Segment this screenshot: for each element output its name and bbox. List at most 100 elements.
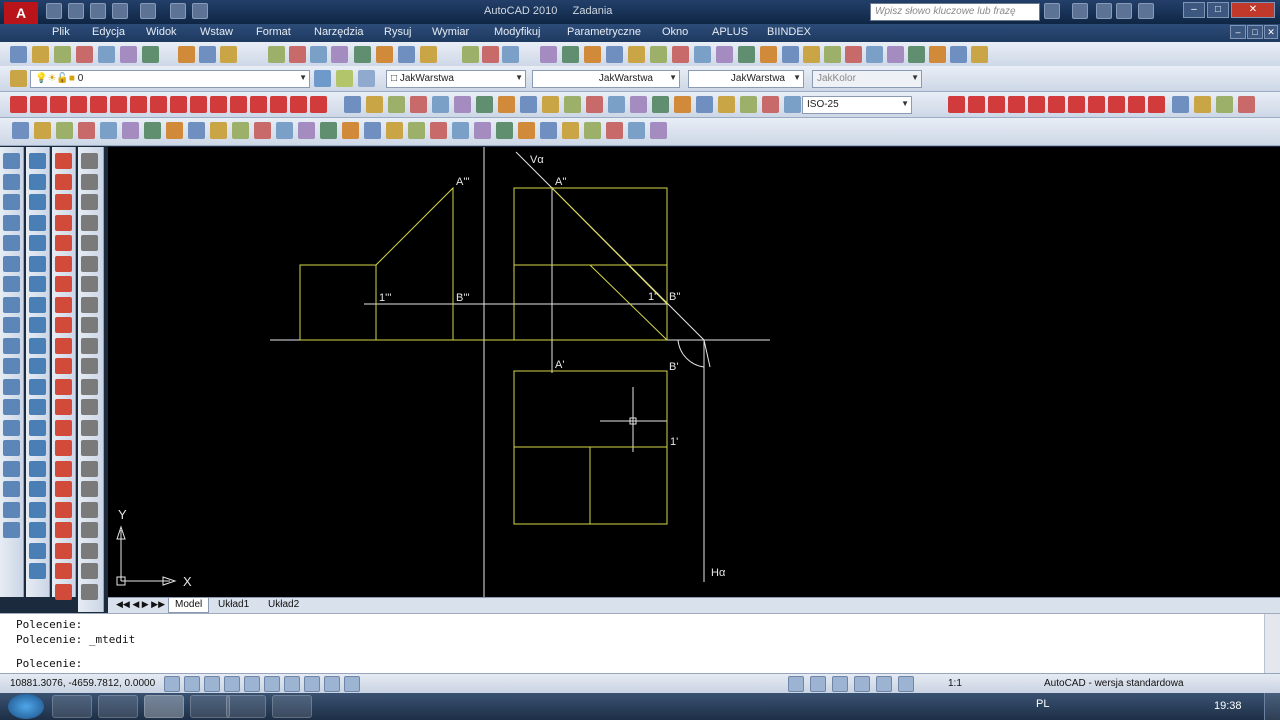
aplus-tool-icon[interactable] (34, 122, 51, 139)
dimension-tool-icon[interactable] (718, 96, 735, 113)
aplus-tool-icon[interactable] (452, 122, 469, 139)
dimension-tool-icon[interactable] (1048, 96, 1065, 113)
dimension-tool-icon[interactable] (1128, 96, 1145, 113)
dimension-tool-icon[interactable] (230, 96, 247, 113)
navigation-tool-icon[interactable] (854, 676, 870, 692)
aplus-tool-icon[interactable] (540, 122, 557, 139)
command-scrollbar[interactable] (1264, 614, 1280, 674)
layer-combo[interactable]: 💡☀🔓■ 0 ▼ (30, 70, 310, 88)
standard-tool-icon[interactable] (971, 46, 988, 63)
dimension-tool-icon[interactable] (608, 96, 625, 113)
dimension-tool-icon[interactable] (150, 96, 167, 113)
menu-item-wymiar[interactable]: Wymiar (432, 26, 469, 38)
pal4-tool-icon[interactable] (81, 481, 98, 497)
aplus-tool-icon[interactable] (78, 122, 95, 139)
standard-tool-icon[interactable] (54, 46, 71, 63)
dimension-tool-icon[interactable] (454, 96, 471, 113)
aplus-tool-icon[interactable] (386, 122, 403, 139)
pal1-tool-icon[interactable] (3, 276, 20, 292)
layer-previous-icon[interactable] (336, 70, 353, 87)
make-current-icon[interactable] (314, 70, 331, 87)
dimension-tool-icon[interactable] (50, 96, 67, 113)
drafting-toggle-icon[interactable] (184, 676, 200, 692)
dimension-tool-icon[interactable] (110, 96, 127, 113)
standard-tool-icon[interactable] (584, 46, 601, 63)
undo-icon[interactable] (112, 3, 128, 19)
tab-model[interactable]: Model (168, 598, 210, 613)
dimension-tool-icon[interactable] (1216, 96, 1233, 113)
standard-tool-icon[interactable] (376, 46, 393, 63)
dimension-tool-icon[interactable] (432, 96, 449, 113)
aplus-tool-icon[interactable] (298, 122, 315, 139)
standard-tool-icon[interactable] (420, 46, 437, 63)
drafting-toggle-icon[interactable] (284, 676, 300, 692)
pal3-tool-icon[interactable] (55, 296, 72, 313)
pal2-tool-icon[interactable] (29, 173, 46, 190)
dimstyle-combo[interactable]: ISO-25 ▼ (802, 96, 912, 114)
aplus-tool-icon[interactable] (166, 122, 183, 139)
show-desktop-button[interactable] (1264, 693, 1280, 720)
pal2-tool-icon[interactable] (29, 194, 46, 210)
dimension-tool-icon[interactable] (630, 96, 647, 113)
standard-tool-icon[interactable] (908, 46, 925, 63)
standard-tool-icon[interactable] (866, 46, 883, 63)
color-combo[interactable]: □ JakWarstwa ▼ (386, 70, 526, 88)
pal4-tool-icon[interactable] (81, 460, 98, 477)
standard-tool-icon[interactable] (803, 46, 820, 63)
drafting-toggle-icon[interactable] (304, 676, 320, 692)
dimension-tool-icon[interactable] (250, 96, 267, 113)
pal1-tool-icon[interactable] (3, 214, 20, 231)
dimension-tool-icon[interactable] (1088, 96, 1105, 113)
dimension-tool-icon[interactable] (1108, 96, 1125, 113)
match-layer-icon[interactable] (358, 70, 375, 87)
tab-nav-arrows[interactable]: ◀◀ ◀ ▶ ▶▶ (110, 598, 171, 613)
standard-tool-icon[interactable] (331, 46, 348, 63)
aplus-tool-icon[interactable] (606, 122, 623, 139)
pal3-tool-icon[interactable] (55, 255, 72, 272)
dimension-tool-icon[interactable] (696, 96, 713, 113)
dimension-tool-icon[interactable] (310, 96, 327, 113)
aplus-tool-icon[interactable] (56, 122, 73, 139)
aplus-tool-icon[interactable] (12, 122, 29, 139)
pal3-tool-icon[interactable] (55, 419, 72, 436)
aplus-tool-icon[interactable] (232, 122, 249, 139)
standard-tool-icon[interactable] (716, 46, 733, 63)
annotation-scale[interactable]: 1:1 (948, 678, 962, 689)
pal2-tool-icon[interactable] (29, 481, 46, 497)
drafting-toggle-icon[interactable] (344, 676, 360, 692)
pal2-tool-icon[interactable] (29, 255, 46, 272)
dimension-tool-icon[interactable] (270, 96, 287, 113)
pal4-tool-icon[interactable] (81, 358, 98, 374)
pal3-tool-icon[interactable] (55, 481, 72, 497)
pal1-tool-icon[interactable] (3, 255, 20, 272)
autocad-logo-icon[interactable]: A (4, 2, 38, 24)
navigation-tool-icon[interactable] (832, 676, 848, 692)
aplus-tool-icon[interactable] (188, 122, 205, 139)
pal2-tool-icon[interactable] (29, 337, 46, 354)
pal4-tool-icon[interactable] (81, 419, 98, 436)
dimension-tool-icon[interactable] (520, 96, 537, 113)
pal1-tool-icon[interactable] (3, 173, 20, 190)
minimize-button[interactable]: – (1183, 2, 1205, 18)
dimension-tool-icon[interactable] (130, 96, 147, 113)
tab-uklad1[interactable]: Układ1 (212, 598, 255, 613)
pal2-tool-icon[interactable] (29, 563, 46, 579)
standard-tool-icon[interactable] (220, 46, 237, 63)
standard-tool-icon[interactable] (502, 46, 519, 63)
excel-taskbar-icon[interactable] (190, 695, 230, 718)
standard-tool-icon[interactable] (950, 46, 967, 63)
pal4-tool-icon[interactable] (81, 276, 98, 292)
new-file-icon[interactable] (46, 3, 62, 19)
command-prompt[interactable]: Polecenie: (16, 657, 82, 670)
pal2-tool-icon[interactable] (29, 522, 46, 538)
pal3-tool-icon[interactable] (55, 563, 72, 579)
doc-minimize-button[interactable]: – (1230, 25, 1246, 39)
standard-tool-icon[interactable] (120, 46, 137, 63)
dimension-tool-icon[interactable] (1194, 96, 1211, 113)
layer-manager-icon[interactable] (10, 70, 27, 87)
standard-tool-icon[interactable] (824, 46, 841, 63)
pal3-tool-icon[interactable] (55, 460, 72, 477)
subscription-icon[interactable] (1072, 3, 1088, 19)
workspace-icon[interactable] (192, 3, 208, 19)
pal4-tool-icon[interactable] (81, 542, 98, 559)
